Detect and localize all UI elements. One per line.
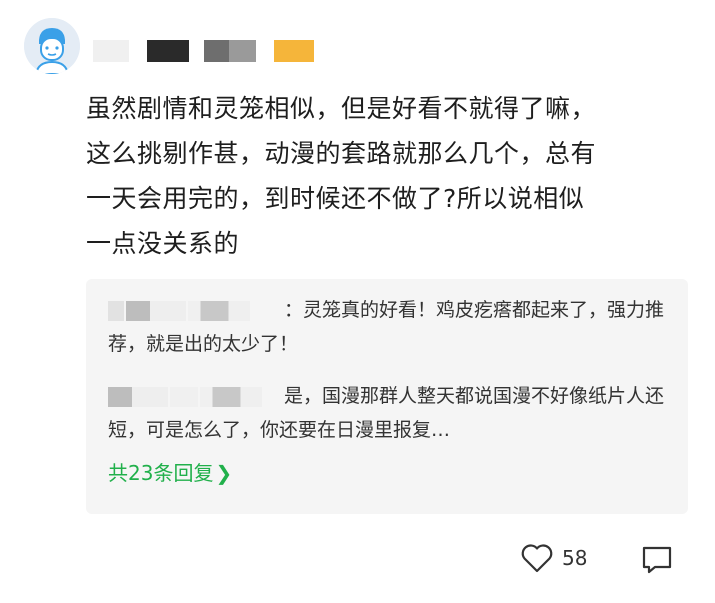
reply-username-blur <box>108 293 284 327</box>
user-badge-blur <box>274 40 314 62</box>
view-all-replies-link[interactable]: 共23条回复 ❯ <box>108 457 232 486</box>
reply-item[interactable]: ：灵笼真的好看！鸡皮疙瘩都起来了，强力推荐，就是出的太少了！ <box>108 293 670 361</box>
username-blur-2 <box>147 40 189 62</box>
comment-line: 一点没关系的 <box>86 229 240 258</box>
username-blur-1 <box>93 40 129 62</box>
comment-line: 一天会用完的，到时候还不做了?所以说相似 <box>86 184 585 213</box>
comment-bubble-icon <box>642 546 672 574</box>
comment-line: 这么挑剔作甚，动漫的套路就那么几个，总有 <box>86 139 597 168</box>
chevron-right-icon: ❯ <box>215 461 233 485</box>
username-blur-3 <box>204 40 256 62</box>
comment-line: 虽然剧情和灵笼相似，但是好看不就得了嘛， <box>86 94 597 123</box>
comment-button[interactable] <box>641 545 673 579</box>
reply-panel[interactable]: ：灵笼真的好看！鸡皮疙瘩都起来了，强力推荐，就是出的太少了！ 是，国漫那群人整天… <box>86 279 688 514</box>
comment-body: 虽然剧情和灵笼相似，但是好看不就得了嘛， 这么挑剔作甚，动漫的套路就那么几个，总… <box>86 86 686 266</box>
reply-username-blur <box>108 379 284 413</box>
reply-item[interactable]: 是，国漫那群人整天都说国漫不好像纸片人还短，可是怎么了，你还要在日漫里报复… <box>108 379 670 447</box>
avatar-face-icon <box>24 18 80 74</box>
like-count: 58 <box>562 546 588 570</box>
like-button[interactable]: 58 <box>520 543 587 573</box>
user-avatar[interactable] <box>24 18 80 74</box>
heart-outline-icon <box>521 544 553 573</box>
more-replies-label: 共23条回复 <box>108 461 214 485</box>
